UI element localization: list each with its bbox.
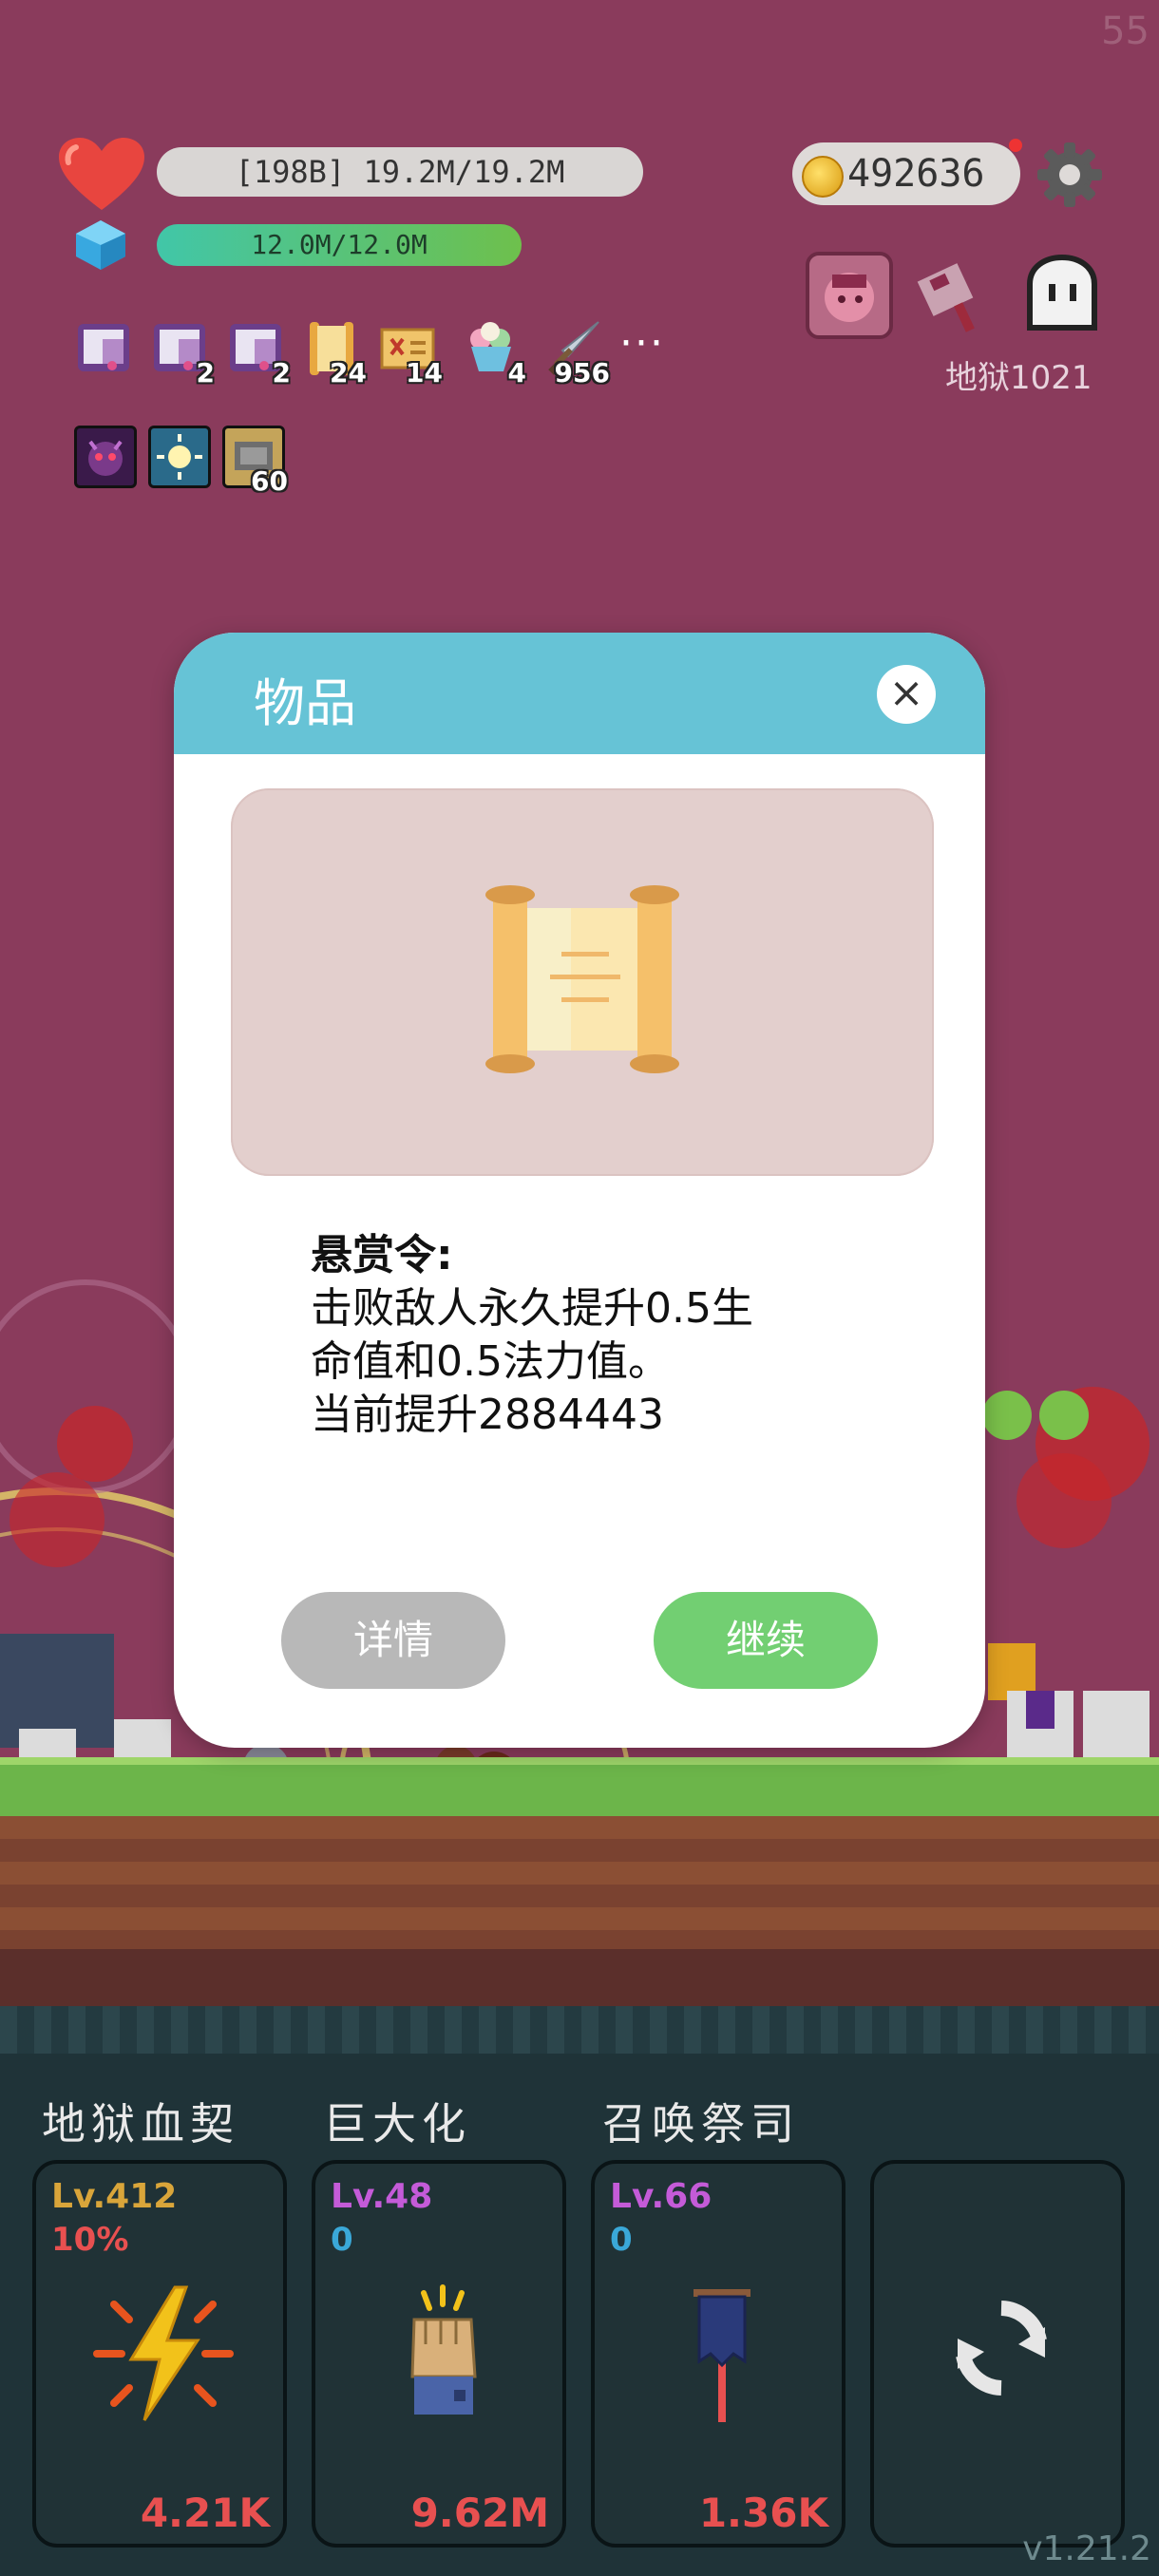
fps-counter: 55 bbox=[1101, 9, 1150, 53]
heart-icon bbox=[59, 138, 144, 210]
close-button[interactable]: × bbox=[877, 665, 936, 724]
skill-cost: 1.36K bbox=[698, 2490, 828, 2536]
inventory-slot[interactable] bbox=[74, 318, 133, 377]
ground-grass bbox=[0, 1757, 1159, 1824]
hell-level-label: 地狱1021 bbox=[945, 359, 1092, 397]
mana-gem-icon bbox=[76, 220, 125, 270]
pink-scroll-icon bbox=[78, 324, 129, 371]
skill-card-hell-contract[interactable]: Lv.412 10% 4.21K bbox=[32, 2160, 287, 2548]
dialog-title: 物品 bbox=[254, 673, 356, 733]
cleaver-icon[interactable] bbox=[910, 252, 998, 339]
stone-buff-icon: 60 bbox=[222, 426, 288, 497]
inventory-slot[interactable]: 2 bbox=[226, 318, 291, 388]
notification-dot bbox=[1009, 139, 1022, 152]
ground-shadow bbox=[0, 1949, 1159, 2006]
refresh-icon bbox=[956, 2301, 1047, 2396]
inventory-slot[interactable]: 24 bbox=[302, 318, 367, 388]
skill-cost: 9.62M bbox=[410, 2490, 549, 2536]
panel-border bbox=[0, 2006, 1159, 2054]
gold-display: 492636 bbox=[792, 142, 1020, 205]
ghost-icon[interactable] bbox=[1018, 252, 1106, 339]
settings-gear-icon[interactable] bbox=[1036, 141, 1104, 209]
refresh-skills-button[interactable] bbox=[870, 2160, 1125, 2548]
demon-buff-icon bbox=[74, 426, 137, 488]
inventory-slot[interactable]: 956 bbox=[545, 318, 610, 388]
boss-portrait-icon[interactable] bbox=[806, 252, 893, 339]
dialog-header: 物品 × bbox=[174, 633, 985, 754]
skill-value: 0 bbox=[331, 2221, 353, 2259]
item-name: 悬赏令: bbox=[311, 1231, 453, 1279]
more-items-button[interactable]: ··· bbox=[619, 319, 665, 368]
skill-title-summon-priest: 召唤祭司 bbox=[602, 2098, 800, 2150]
ground-dirt bbox=[0, 1816, 1159, 1949]
details-button[interactable]: 详情 bbox=[281, 1592, 505, 1689]
inventory-slot[interactable]: 2 bbox=[150, 318, 215, 388]
skill-cost: 4.21K bbox=[140, 2490, 270, 2536]
item-preview bbox=[231, 788, 934, 1176]
skill-value: 0 bbox=[610, 2221, 633, 2259]
skill-title-giant: 巨大化 bbox=[323, 2098, 471, 2150]
lightning-icon bbox=[93, 2285, 234, 2421]
inventory-slot[interactable]: 4 bbox=[462, 318, 526, 388]
skill-level: Lv.66 bbox=[610, 2177, 712, 2216]
banner-icon bbox=[694, 2289, 750, 2422]
light-buff-icon bbox=[148, 426, 211, 488]
item-description: 悬赏令: 击败敌人永久提升0.5生 命值和0.5法力值。 当前提升2884443 bbox=[311, 1229, 900, 1442]
skill-level: Lv.48 bbox=[331, 2177, 433, 2216]
skill-level: Lv.412 bbox=[51, 2177, 178, 2216]
skill-card-giant[interactable]: Lv.48 0 9.62M bbox=[312, 2160, 566, 2548]
coin-icon bbox=[802, 156, 844, 198]
inventory-slot[interactable]: 14 bbox=[378, 318, 443, 388]
version-label: v1.21.2 bbox=[1022, 2529, 1151, 2568]
item-desc-line: 命值和0.5法力值。 bbox=[311, 1337, 670, 1386]
fist-icon bbox=[410, 2284, 477, 2415]
continue-button[interactable]: 继续 bbox=[654, 1592, 878, 1689]
mp-bar: 12.0M/12.0M bbox=[157, 224, 522, 266]
skill-card-summon-priest[interactable]: Lv.66 0 1.36K bbox=[591, 2160, 846, 2548]
gold-amount: 492636 bbox=[847, 152, 985, 196]
item-dialog: 物品 × 悬赏令: 击败敌人永久提升0.5生 命值和0.5法力值。 当前提升28… bbox=[174, 633, 985, 1748]
bounty-scroll-icon bbox=[485, 885, 679, 1073]
item-desc-line: 击败敌人永久提升0.5生 bbox=[311, 1284, 753, 1333]
skill-title-hell-contract: 地狱血契 bbox=[42, 2098, 239, 2150]
skill-value: 10% bbox=[51, 2221, 129, 2259]
hp-bar: [198B] 19.2M/19.2M bbox=[157, 147, 643, 197]
item-desc-line: 当前提升2884443 bbox=[311, 1391, 664, 1439]
